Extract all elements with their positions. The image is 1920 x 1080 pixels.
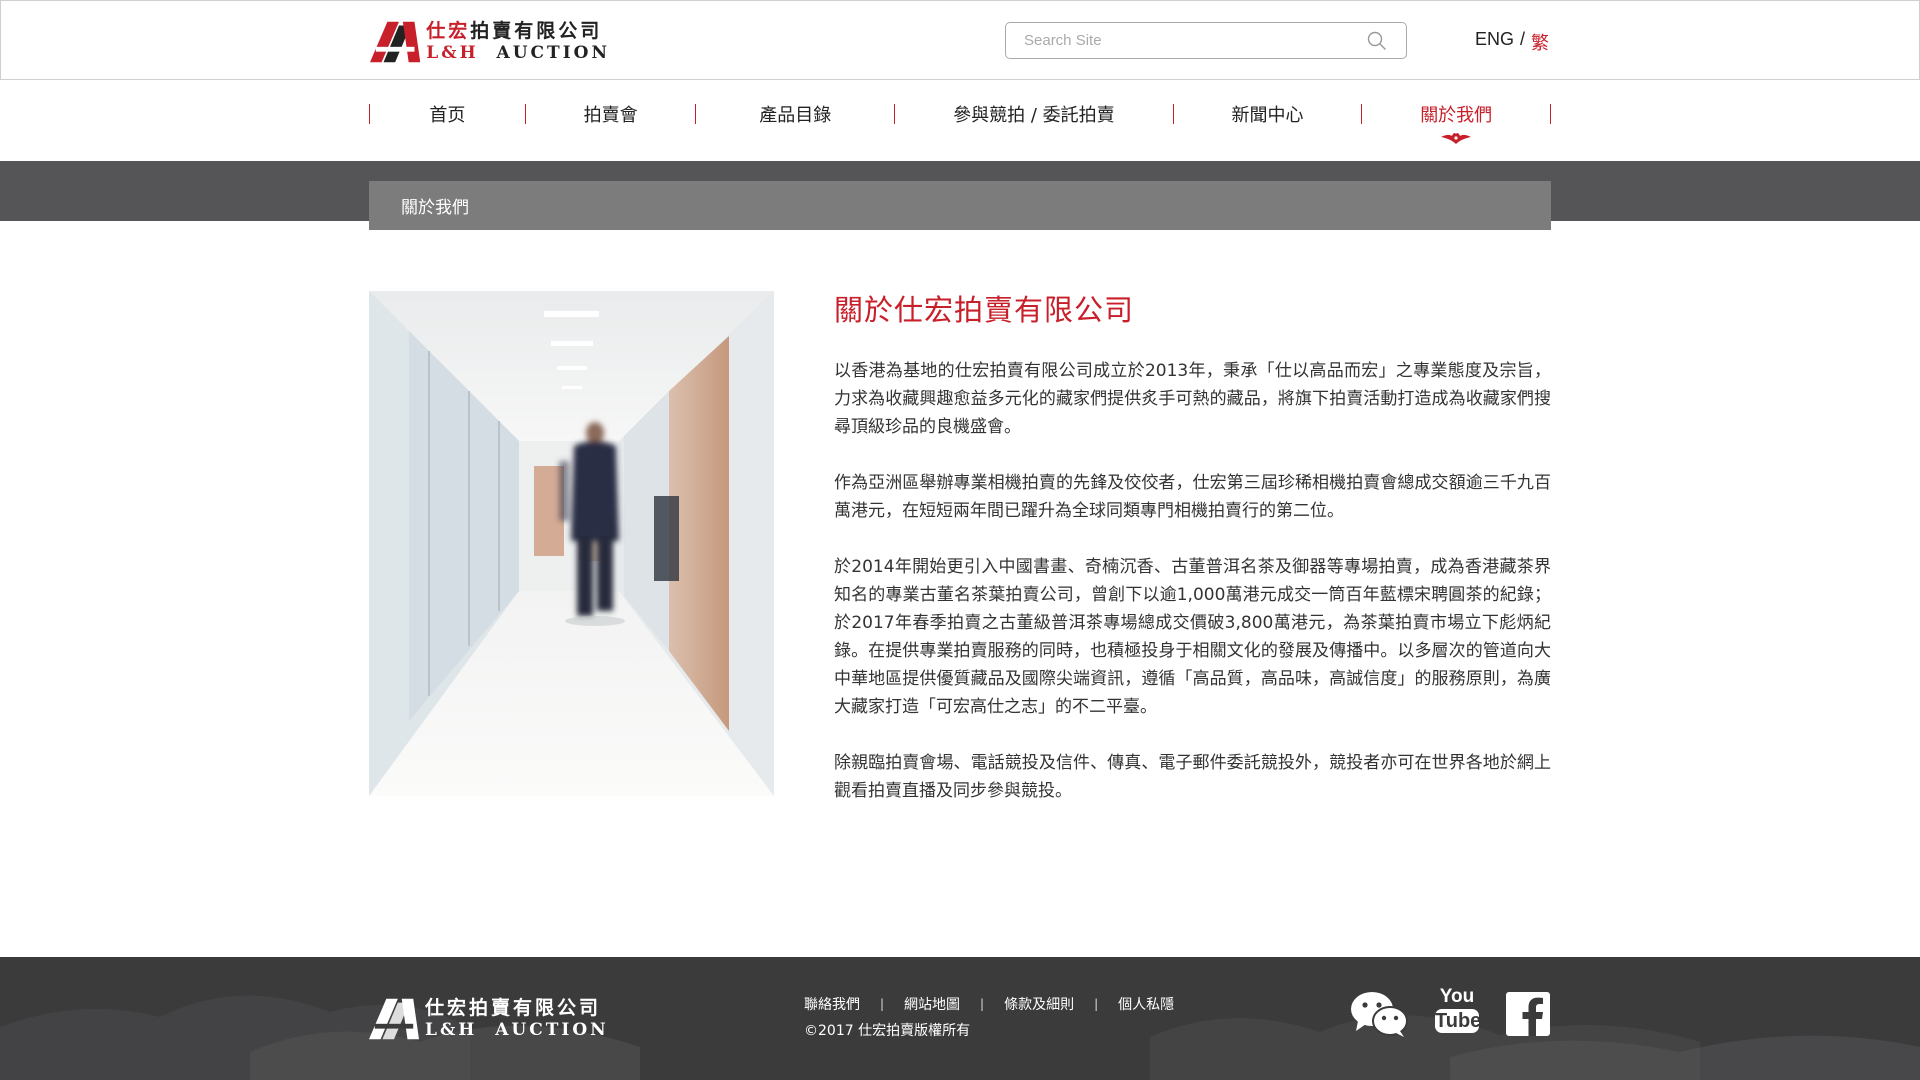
nav-item-auctions[interactable]: 拍賣會: [526, 101, 696, 127]
youtube-text-bottom: Tube: [1435, 1009, 1482, 1033]
logo-cn-dark: 拍賣有限公司: [470, 20, 603, 42]
breadcrumb: 關於我們: [369, 181, 1551, 230]
facebook-icon[interactable]: [1506, 992, 1550, 1036]
site-header: 仕宏拍賣有限公司 L&H AUCTION ENG / 繁: [0, 0, 1920, 80]
logo-en-dark: AUCTION: [496, 43, 610, 63]
nav-item-bidding-consign[interactable]: 參與競拍 / 委託拍賣: [895, 101, 1173, 127]
article-paragraph: 除親臨拍賣會場、電話競投及信件、傳真、電子郵件委託競投外，競投者亦可在世界各地於…: [834, 753, 1551, 801]
logo-mark-icon: [370, 21, 421, 63]
search-icon[interactable]: [1366, 30, 1388, 52]
footer-links: 聯絡我們 | 網站地圖 | 條款及細則 | 個人私隱: [804, 994, 1174, 1014]
copyright-text: ©2017 仕宏拍賣版權所有: [804, 1023, 971, 1039]
article-paragraph: 作為亞洲區舉辦專業相機拍賣的先鋒及佼佼者，仕宏第三屆珍稀相機拍賣會總成交額逾三千…: [834, 473, 1551, 521]
footer-logo[interactable]: 仕宏拍賣有限公司 L&H AUCTION: [369, 998, 609, 1040]
article-paragraph: 以香港為基地的仕宏拍賣有限公司成立於2013年，秉承「仕以高品而宏」之專業態度及…: [834, 361, 1551, 437]
logo-cn-red: 仕宏: [426, 20, 471, 42]
footer-logo-en-part: L&H: [425, 1020, 478, 1040]
footer-link-separator: |: [980, 997, 985, 1011]
footer-logo-cn-part: 仕宏: [425, 997, 470, 1019]
nav-item-about-label: 關於我們: [1420, 105, 1493, 126]
lang-traditional-link[interactable]: 繁: [1531, 29, 1549, 55]
footer-logo-cn-part: 拍賣有限公司: [469, 997, 602, 1019]
youtube-icon[interactable]: You Tube: [1435, 986, 1482, 1033]
logo-en-red: L&H: [426, 43, 479, 63]
article-paragraph: 於2014年開始更引入中國書畫、奇楠沉香、古董普洱名茶及御器等專場拍賣，成為香港…: [834, 557, 1551, 717]
about-article: 關於仕宏拍賣有限公司 以香港為基地的仕宏拍賣有限公司成立於2013年，秉承「仕以…: [834, 287, 1551, 833]
site-footer: 仕宏拍賣有限公司 L&H AUCTION 聯絡我們 | 網站地圖 | 條款及細則…: [0, 957, 1920, 1080]
youtube-text-top: You: [1439, 986, 1475, 1007]
nav-item-catalogue[interactable]: 產品目錄: [696, 101, 894, 127]
article-title: 關於仕宏拍賣有限公司: [834, 293, 1135, 327]
footer-link-privacy[interactable]: 個人私隱: [1118, 994, 1174, 1014]
footer-logo-text: 仕宏拍賣有限公司 L&H AUCTION: [425, 999, 609, 1039]
lang-separator: /: [1520, 29, 1526, 49]
active-bat-ornament-icon: [1441, 132, 1472, 144]
nav-item-news[interactable]: 新聞中心: [1174, 101, 1362, 127]
footer-link-separator: |: [1094, 997, 1099, 1011]
footer-logo-mark-icon: [369, 998, 419, 1040]
logo-chinese-name: 仕宏拍賣有限公司: [426, 22, 610, 41]
office-corridor-photo: [369, 291, 774, 796]
nav-divider: [1550, 104, 1552, 124]
footer-link-terms[interactable]: 條款及細則: [1004, 994, 1074, 1014]
breadcrumb-current: 關於我們: [401, 198, 469, 218]
footer-link-sitemap[interactable]: 網站地圖: [904, 994, 960, 1014]
footer-logo-cn: 仕宏拍賣有限公司: [425, 999, 609, 1018]
footer-logo-en: L&H AUCTION: [425, 1022, 609, 1039]
site-logo[interactable]: 仕宏拍賣有限公司 L&H AUCTION: [370, 19, 610, 65]
footer-logo-en-part: AUCTION: [495, 1020, 609, 1040]
footer-link-separator: |: [880, 997, 885, 1011]
wechat-icon[interactable]: [1350, 991, 1408, 1037]
logo-english-name: L&H AUCTION: [426, 45, 610, 62]
nav-item-about-us[interactable]: 關於我們: [1362, 101, 1550, 144]
main-nav: 首页 拍賣會 產品目錄 參與競拍 / 委託拍賣 新聞中心 關於我們: [369, 100, 1552, 144]
landscape-painting-background: [0, 995, 1920, 1080]
corridor-image: [369, 291, 774, 796]
lang-eng-link[interactable]: ENG: [1475, 29, 1514, 55]
footer-link-contact[interactable]: 聯絡我們: [804, 994, 860, 1014]
language-switcher: ENG / 繁: [1475, 29, 1549, 55]
search-box: [1005, 22, 1407, 59]
nav-item-home[interactable]: 首页: [370, 101, 525, 127]
search-input[interactable]: [1024, 32, 1366, 49]
logo-text: 仕宏拍賣有限公司 L&H AUCTION: [426, 22, 610, 62]
